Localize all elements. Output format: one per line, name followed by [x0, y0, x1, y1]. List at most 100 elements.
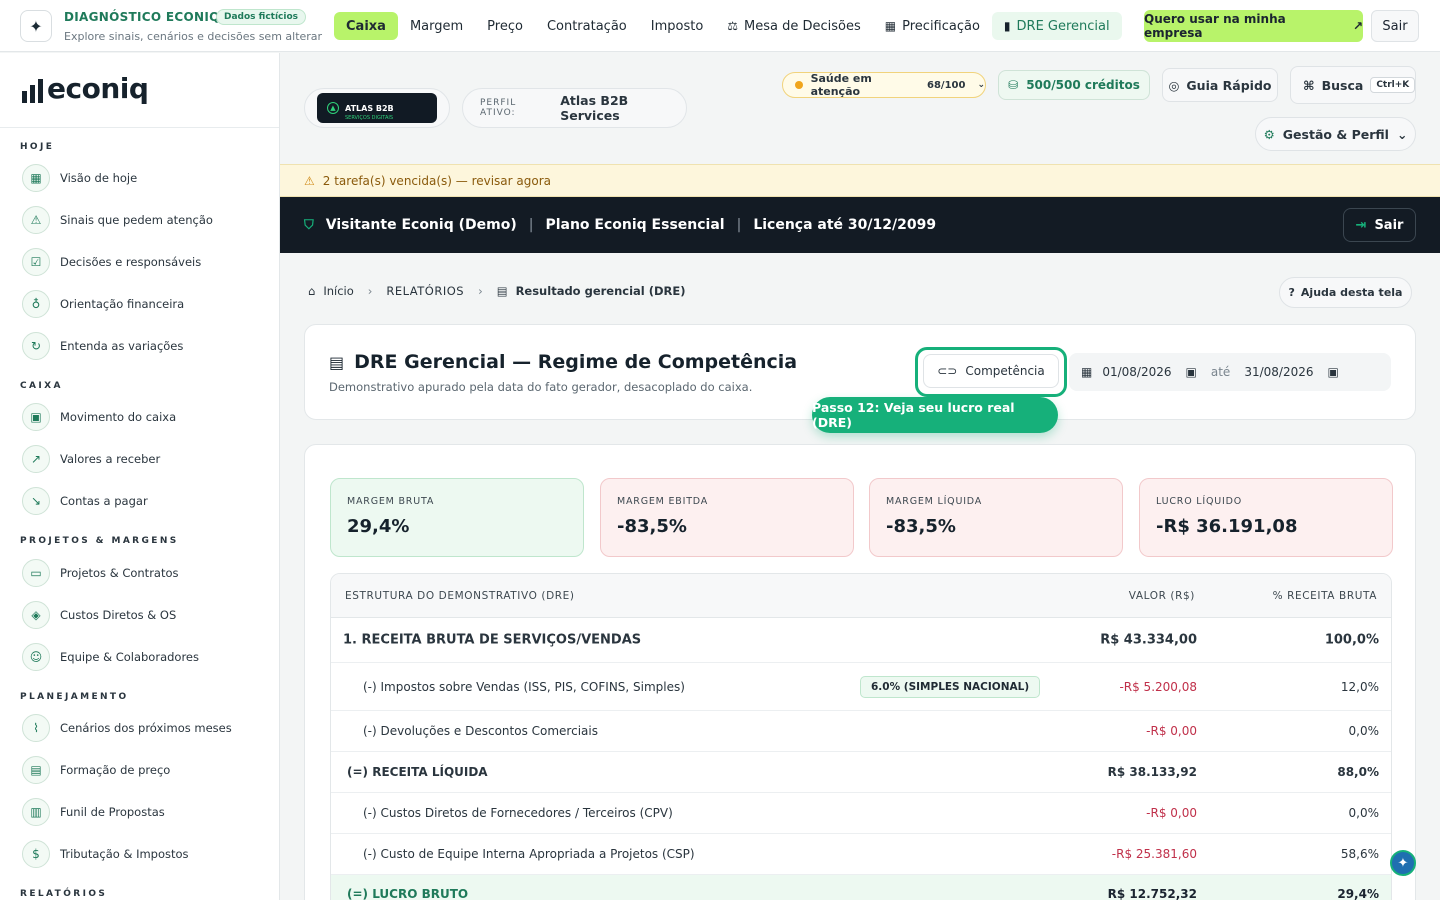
- section-title-relatorios: RELATÓRIOS: [20, 889, 108, 899]
- warning-icon: ⚠: [304, 173, 315, 188]
- chevron-down-icon: ⌄: [977, 80, 985, 90]
- compass-icon: ◎: [1168, 77, 1180, 93]
- breadcrumb-section[interactable]: RELATÓRIOS: [386, 284, 464, 298]
- nav-caixa[interactable]: Caixa: [334, 12, 398, 40]
- calculator-icon: ▦: [884, 19, 897, 33]
- page-subtitle: Demonstrativo apurado pela data do fato …: [329, 380, 753, 394]
- overdue-tasks-alert[interactable]: ⚠ 2 tarefa(s) vencida(s) — revisar agora: [280, 164, 1440, 197]
- calendar-icon: ▣: [1185, 365, 1197, 379]
- triangle-logo-icon: ▲: [327, 102, 339, 114]
- sidebar-item-receber[interactable]: ↗ Valores a receber: [22, 445, 160, 473]
- grid-icon: ▦: [22, 164, 50, 192]
- table-header: ESTRUTURA DO DEMONSTRATIVO (DRE) VALOR (…: [331, 574, 1391, 618]
- toggle-icon: ⊂⊃: [937, 364, 958, 378]
- sidebar-item-orientacao[interactable]: ♁ Orientação financeira: [22, 290, 184, 318]
- chevron-right-icon: ›: [367, 284, 373, 298]
- nav-imposto[interactable]: Imposto: [639, 12, 716, 40]
- table-row: (=) RECEITA LÍQUIDA R$ 38.133,92 88,0%: [331, 752, 1391, 793]
- section-title-projetos: PROJETOS & MARGENS: [20, 536, 179, 546]
- nav-margem[interactable]: Margem: [398, 12, 475, 40]
- nav-preco[interactable]: Preço: [475, 12, 535, 40]
- sidebar-item-projetos[interactable]: ▭ Projetos & Contratos: [22, 559, 179, 587]
- kpi-margem-bruta: MARGEM BRUTA 29,4%: [330, 478, 584, 557]
- table-row: (-) Impostos sobre Vendas (ISS, PIS, COF…: [331, 663, 1391, 711]
- health-status-button[interactable]: Saúde em atenção 68/100 ⌄: [782, 72, 986, 98]
- kanban-icon: ▥: [22, 798, 50, 826]
- management-profile-button[interactable]: ⚙ Gestão & Perfil ⌄: [1255, 117, 1416, 151]
- sidebar-item-formacao[interactable]: ▤ Formação de preço: [22, 756, 170, 784]
- section-title-caixa: CAIXA: [20, 381, 63, 391]
- trend-down-icon: ↘: [22, 487, 50, 515]
- kpi-margem-liquida: MARGEM LÍQUIDA -83,5%: [869, 478, 1123, 557]
- calendar-icon: ▣: [1327, 365, 1339, 379]
- assistant-sparkle-button[interactable]: ✦: [1390, 850, 1416, 876]
- date-from-input[interactable]: 01/08/2026 ▣: [1102, 365, 1197, 379]
- sparkle-icon: ✦: [1397, 855, 1409, 871]
- active-profile[interactable]: PERFIL ATIVO: Atlas B2B Services: [462, 88, 687, 128]
- top-exit-button[interactable]: Sair: [1371, 10, 1419, 42]
- demo-data-badge: Dados fictícios: [216, 9, 307, 25]
- sidebar-item-funil[interactable]: ▥ Funil de Propostas: [22, 798, 165, 826]
- search-button[interactable]: ⌘ Busca Ctrl+K: [1290, 66, 1416, 104]
- tour-step-tooltip[interactable]: Passo 12: Veja seu lucro real (DRE): [812, 397, 1058, 433]
- sidebar-item-variacoes[interactable]: ↻ Entenda as variações: [22, 332, 183, 360]
- sidebar-item-tributacao[interactable]: $ Tributação & Impostos: [22, 840, 189, 868]
- sidebar-item-visao-hoje[interactable]: ▦ Visão de hoje: [22, 164, 137, 192]
- sidebar-item-sinais[interactable]: ⚠ Sinais que pedem atenção: [22, 206, 213, 234]
- sparkle-icon[interactable]: ✦: [20, 10, 52, 42]
- tax-rate-badge: 6.0% (SIMPLES NACIONAL): [860, 675, 1041, 698]
- chevron-right-icon: ›: [478, 284, 483, 298]
- nav-precificacao[interactable]: ▦ Precificação: [873, 12, 992, 40]
- section-title-hoje: HOJE: [20, 142, 55, 152]
- brand-logo[interactable]: econiq: [22, 75, 149, 103]
- table-row: (-) Custo de Equipe Interna Apropriada a…: [331, 834, 1391, 875]
- line-chart-icon: ⌇: [22, 714, 50, 742]
- date-to-input[interactable]: 31/08/2026 ▣: [1244, 365, 1339, 379]
- status-dot: [795, 81, 803, 89]
- nav-dre-gerencial[interactable]: ▮ DRE Gerencial: [991, 12, 1122, 40]
- home-icon: ⌂: [308, 284, 316, 298]
- document-icon: ▤: [496, 284, 508, 298]
- kpi-margem-ebitda: MARGEM EBITDA -83,5%: [600, 478, 854, 557]
- sidebar-item-movimento[interactable]: ▣ Movimento do caixa: [22, 403, 176, 431]
- regime-toggle[interactable]: ⊂⊃ Competência: [923, 354, 1059, 388]
- help-icon: ?: [1288, 286, 1295, 299]
- logout-button[interactable]: ⇥ Sair: [1343, 208, 1416, 242]
- sidebar-item-equipe[interactable]: ☺ Equipe & Colaboradores: [22, 643, 199, 671]
- table-row: 1. RECEITA BRUTA DE SERVIÇOS/VENDAS R$ 4…: [331, 618, 1391, 663]
- breadcrumb: ⌂ Início › RELATÓRIOS › ▤ Resultado gere…: [308, 284, 686, 298]
- sidebar-item-cenarios[interactable]: ⌇ Cenários dos próximos meses: [22, 714, 232, 742]
- warning-icon: ⚠: [22, 206, 50, 234]
- sidebar-item-decisoes[interactable]: ☑ Decisões e responsáveis: [22, 248, 201, 276]
- breadcrumb-home[interactable]: Início: [323, 284, 353, 298]
- sidebar: econiq HOJE ▦ Visão de hoje ⚠ Sinais que p…: [0, 53, 280, 900]
- document-icon: ▮: [1003, 19, 1011, 33]
- sidebar-item-pagar[interactable]: ↘ Contas a pagar: [22, 487, 148, 515]
- sidebar-item-custos[interactable]: ◈ Custos Diretos & OS: [22, 601, 176, 629]
- shortcut-hint: Ctrl+K: [1370, 77, 1416, 93]
- top-bar: ✦ DIAGNÓSTICO ECONIQ Dados fictícios Exp…: [0, 0, 1440, 52]
- calculator-icon: ▤: [22, 756, 50, 784]
- lightbulb-icon: ♁: [22, 290, 50, 318]
- diagnostic-title: DIAGNÓSTICO ECONIQ: [64, 10, 220, 24]
- logout-icon: ⇥: [1355, 217, 1367, 233]
- chevron-down-icon: ⌄: [1396, 126, 1408, 142]
- command-icon: ⌘: [1303, 77, 1315, 93]
- refresh-icon: ↻: [22, 332, 50, 360]
- credits-button[interactable]: ⛁ 500/500 créditos: [998, 70, 1150, 100]
- kpi-lucro-liquido: LUCRO LÍQUIDO -R$ 36.191,08: [1139, 478, 1393, 557]
- coins-icon: ⛁: [1008, 78, 1019, 92]
- section-title-planejamento: PLANEJAMENTO: [20, 692, 129, 702]
- nav-mesa-decisoes[interactable]: ⚖ Mesa de Decisões: [715, 12, 873, 40]
- company-logo[interactable]: ▲ ATLAS B2B SERVIÇOS DIGITAIS: [317, 93, 437, 123]
- use-in-company-button[interactable]: Quero usar na minha empresa ↗: [1144, 10, 1363, 42]
- table-row: (-) Custos Diretos de Fornecedores / Ter…: [331, 793, 1391, 834]
- wallet-icon: ▣: [22, 403, 50, 431]
- breadcrumb-current: Resultado gerencial (DRE): [515, 284, 686, 298]
- calendar-icon: ▦: [1081, 365, 1093, 379]
- table-row: (-) Devoluções e Descontos Comerciais -R…: [331, 711, 1391, 752]
- nav-contratacao[interactable]: Contratação: [535, 12, 639, 40]
- help-button[interactable]: ? Ajuda desta tela: [1279, 277, 1412, 308]
- quick-guide-button[interactable]: ◎ Guia Rápido: [1162, 68, 1278, 102]
- license-bar: ⛉ Visitante Econiq (Demo) | Plano Econiq…: [280, 197, 1440, 253]
